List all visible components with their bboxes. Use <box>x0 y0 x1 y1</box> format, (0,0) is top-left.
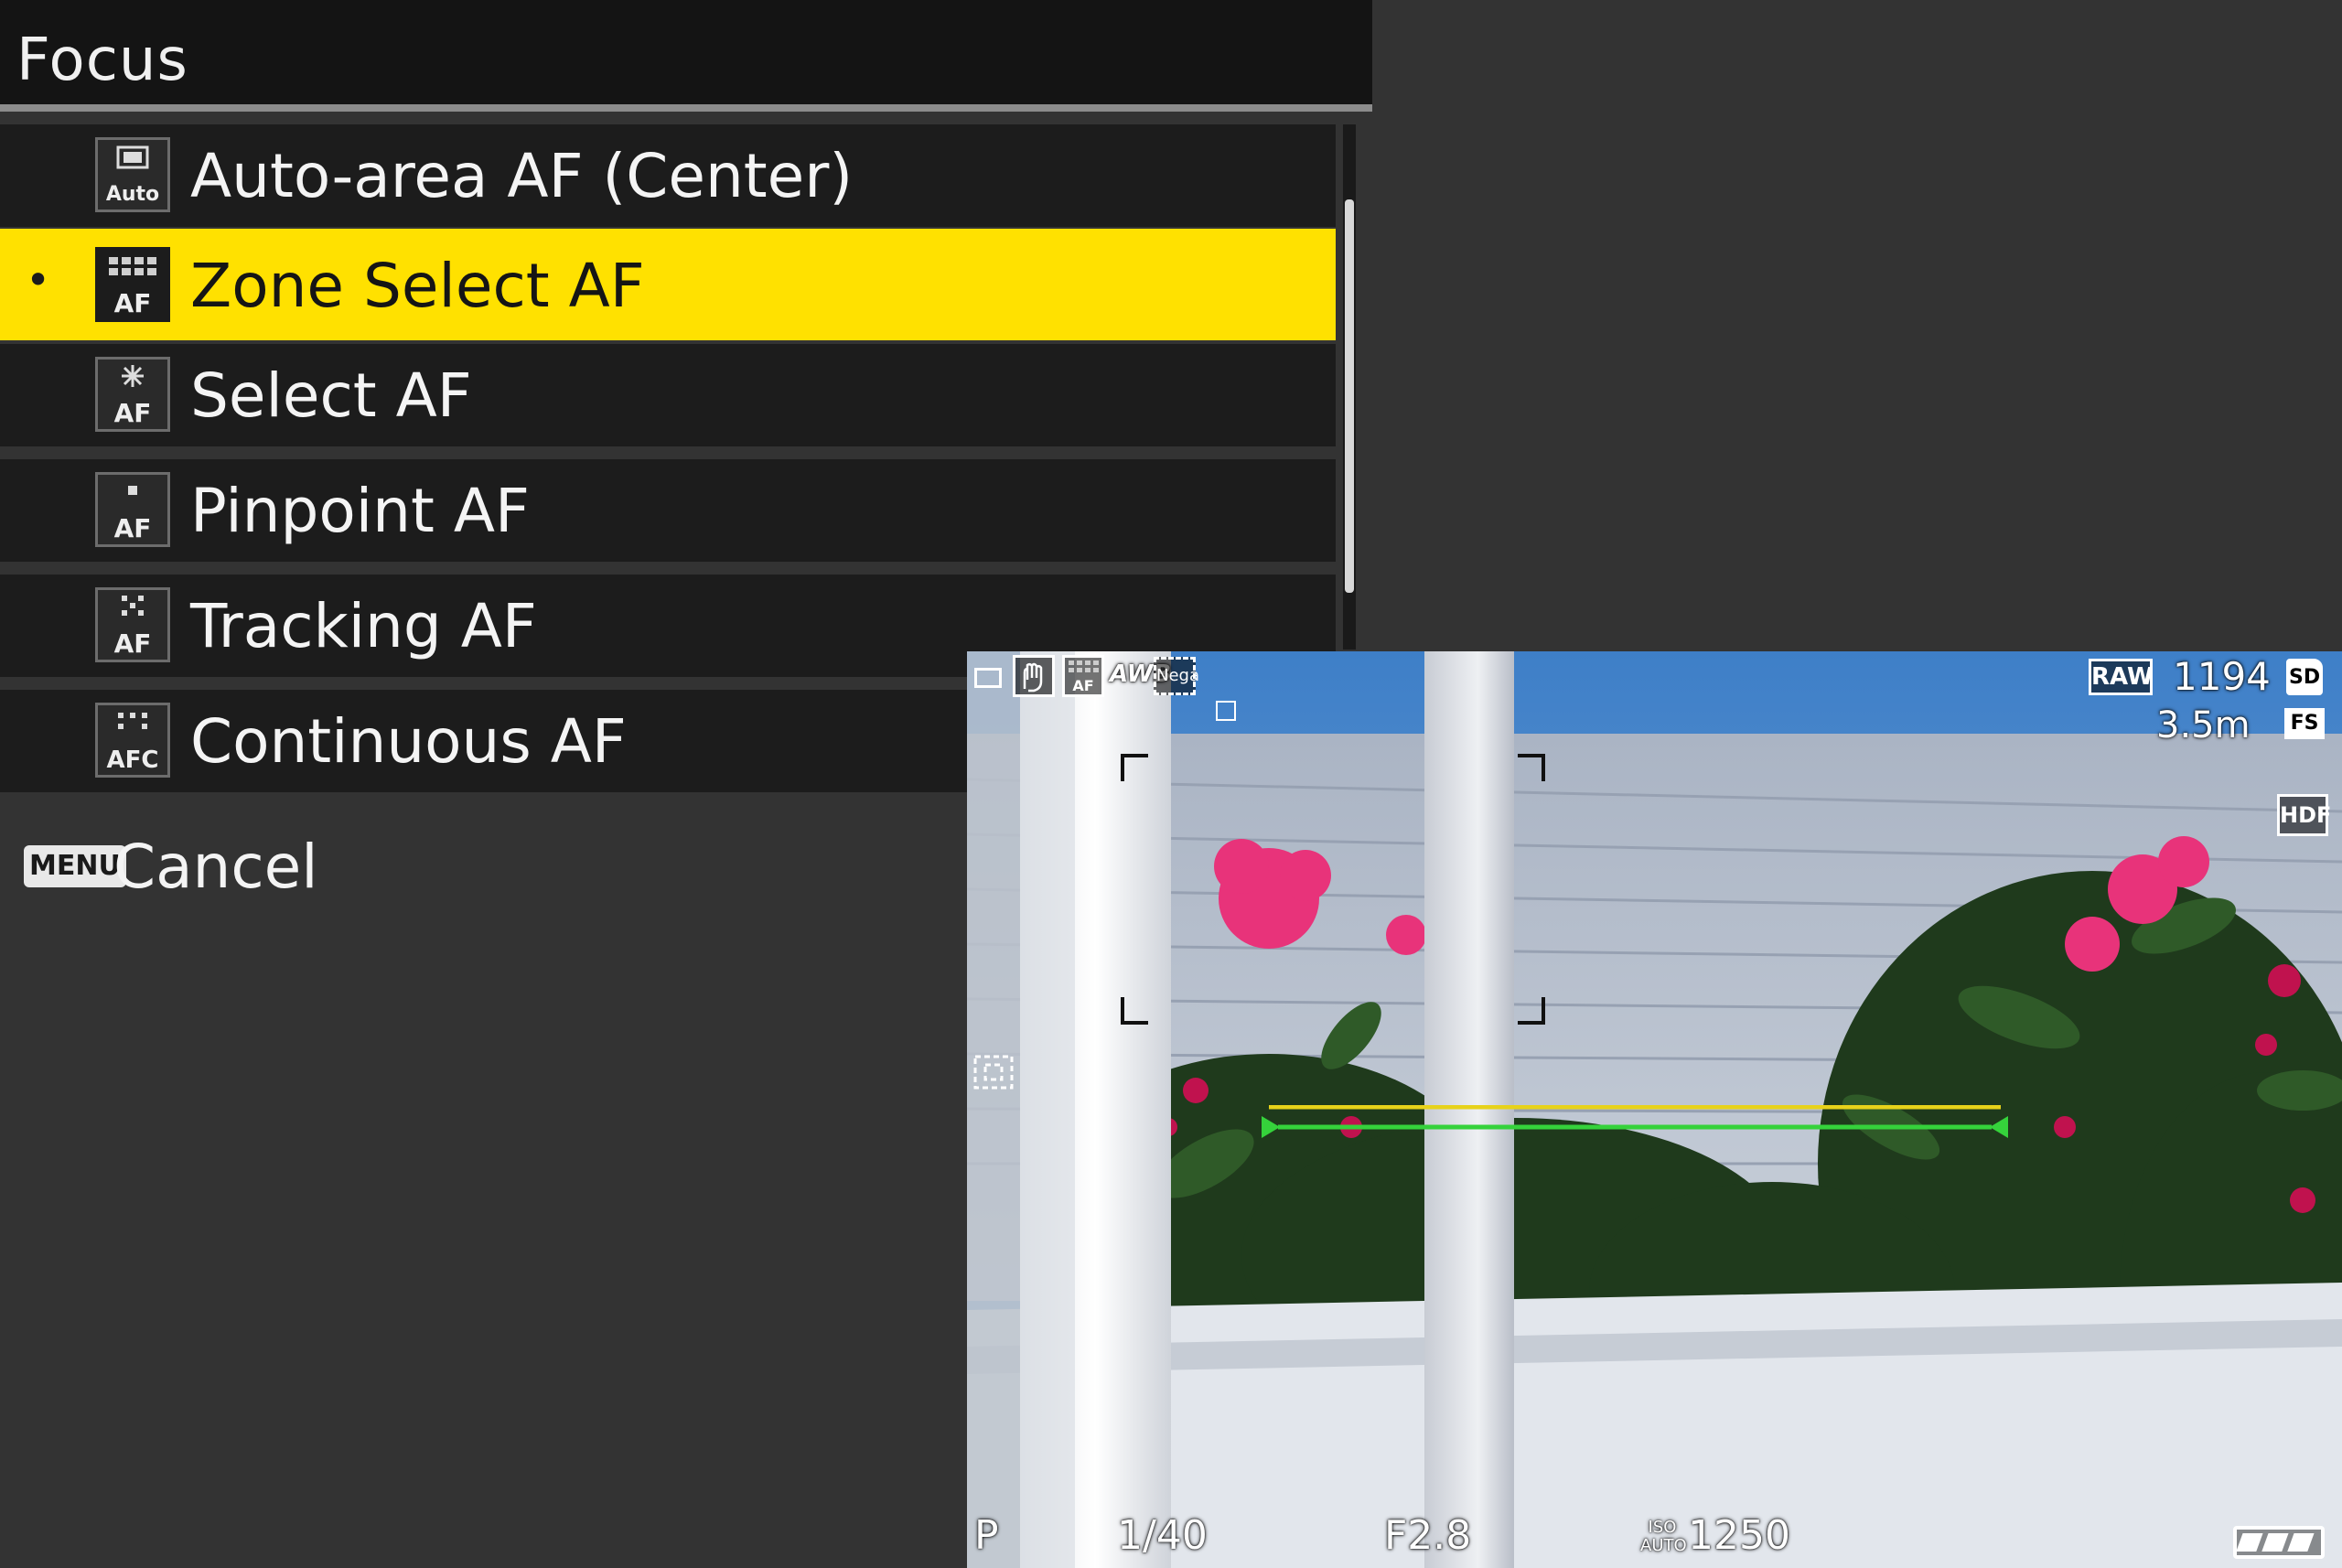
svg-text:AF: AF <box>114 628 152 659</box>
cancel-label: Cancel <box>113 832 318 902</box>
menu-key-badge: MENU <box>24 845 126 887</box>
hdf-badge: HDF <box>2277 794 2331 836</box>
aperture-value: F2.8 <box>1384 1512 1472 1559</box>
af-zone-corner-top-right <box>1518 754 1545 781</box>
menu-item-label: Pinpoint AF <box>190 476 530 546</box>
iso-label: ISO AUTO <box>1640 1518 1687 1555</box>
zone-select-af-icon: AF <box>95 247 170 322</box>
bracket-icon <box>1216 701 1236 721</box>
live-view-preview: AF AWB Nega RAW 1194 SD 3.5m FS HDF P 1/… <box>967 651 2342 1568</box>
shutter-speed: 1/40 <box>1117 1512 1208 1559</box>
menu-item-label: Auto-area AF (Center) <box>190 141 854 211</box>
shake-reduction-icon <box>1013 655 1055 697</box>
continuous-af-icon: AFC <box>95 703 170 778</box>
menu-item-select-af[interactable]: AF Select AF <box>0 344 1336 446</box>
cancel-button[interactable]: MENU Cancel <box>16 832 565 906</box>
af-badge-text: AF <box>1072 677 1093 694</box>
af-zone-corner-bottom-right <box>1518 997 1545 1025</box>
af-zone-target-icon <box>972 1054 1015 1094</box>
menu-header: Focus <box>0 0 1372 112</box>
fs-badge: FS <box>2284 708 2325 739</box>
level-gauge <box>1260 1104 2010 1142</box>
frame-icon <box>974 668 1002 688</box>
zone-af-icon: AF <box>1062 655 1104 697</box>
sd-card-icon: SD <box>2286 659 2323 695</box>
shots-remaining: 1194 <box>2173 654 2271 699</box>
svg-text:AF: AF <box>114 288 152 318</box>
exposure-mode: P <box>974 1512 999 1559</box>
nega-film-icon: Nega <box>1154 657 1199 695</box>
svg-text:Auto: Auto <box>106 183 159 206</box>
af-zone-corner-top-left <box>1121 754 1148 781</box>
menu-item-label: Zone Select AF <box>190 251 645 321</box>
menu-item-label: Tracking AF <box>190 591 537 661</box>
iso-value: 1250 <box>1688 1512 1790 1559</box>
menu-item-label: Select AF <box>190 360 472 431</box>
menu-scrollbar-thumb[interactable] <box>1345 199 1354 593</box>
menu-scrollbar[interactable] <box>1343 124 1356 650</box>
menu-item-pinpoint-af[interactable]: AF Pinpoint AF <box>0 459 1336 562</box>
menu-item-auto-area-af[interactable]: Auto Auto-area AF (Center) <box>0 124 1336 227</box>
pinpoint-af-icon: AF <box>95 472 170 547</box>
svg-text:AFC: AFC <box>107 746 159 774</box>
selected-bullet: • <box>26 255 51 305</box>
battery-icon <box>2233 1526 2325 1559</box>
tracking-af-icon: AF <box>95 587 170 662</box>
nega-badge: Nega <box>1156 666 1199 685</box>
menu-item-label: Continuous AF <box>190 706 627 777</box>
focus-distance: 3.5m <box>2156 704 2251 746</box>
select-af-icon: AF <box>95 357 170 432</box>
svg-text:AF: AF <box>114 513 152 543</box>
auto-area-af-icon: Auto <box>95 137 170 212</box>
raw-badge: RAW <box>2089 659 2154 695</box>
menu-item-zone-select-af[interactable]: • AF Zone Select AF <box>0 229 1336 340</box>
menu-title: Focus <box>16 27 188 94</box>
svg-text:AF: AF <box>114 398 152 428</box>
af-zone-corner-bottom-left <box>1121 997 1148 1025</box>
